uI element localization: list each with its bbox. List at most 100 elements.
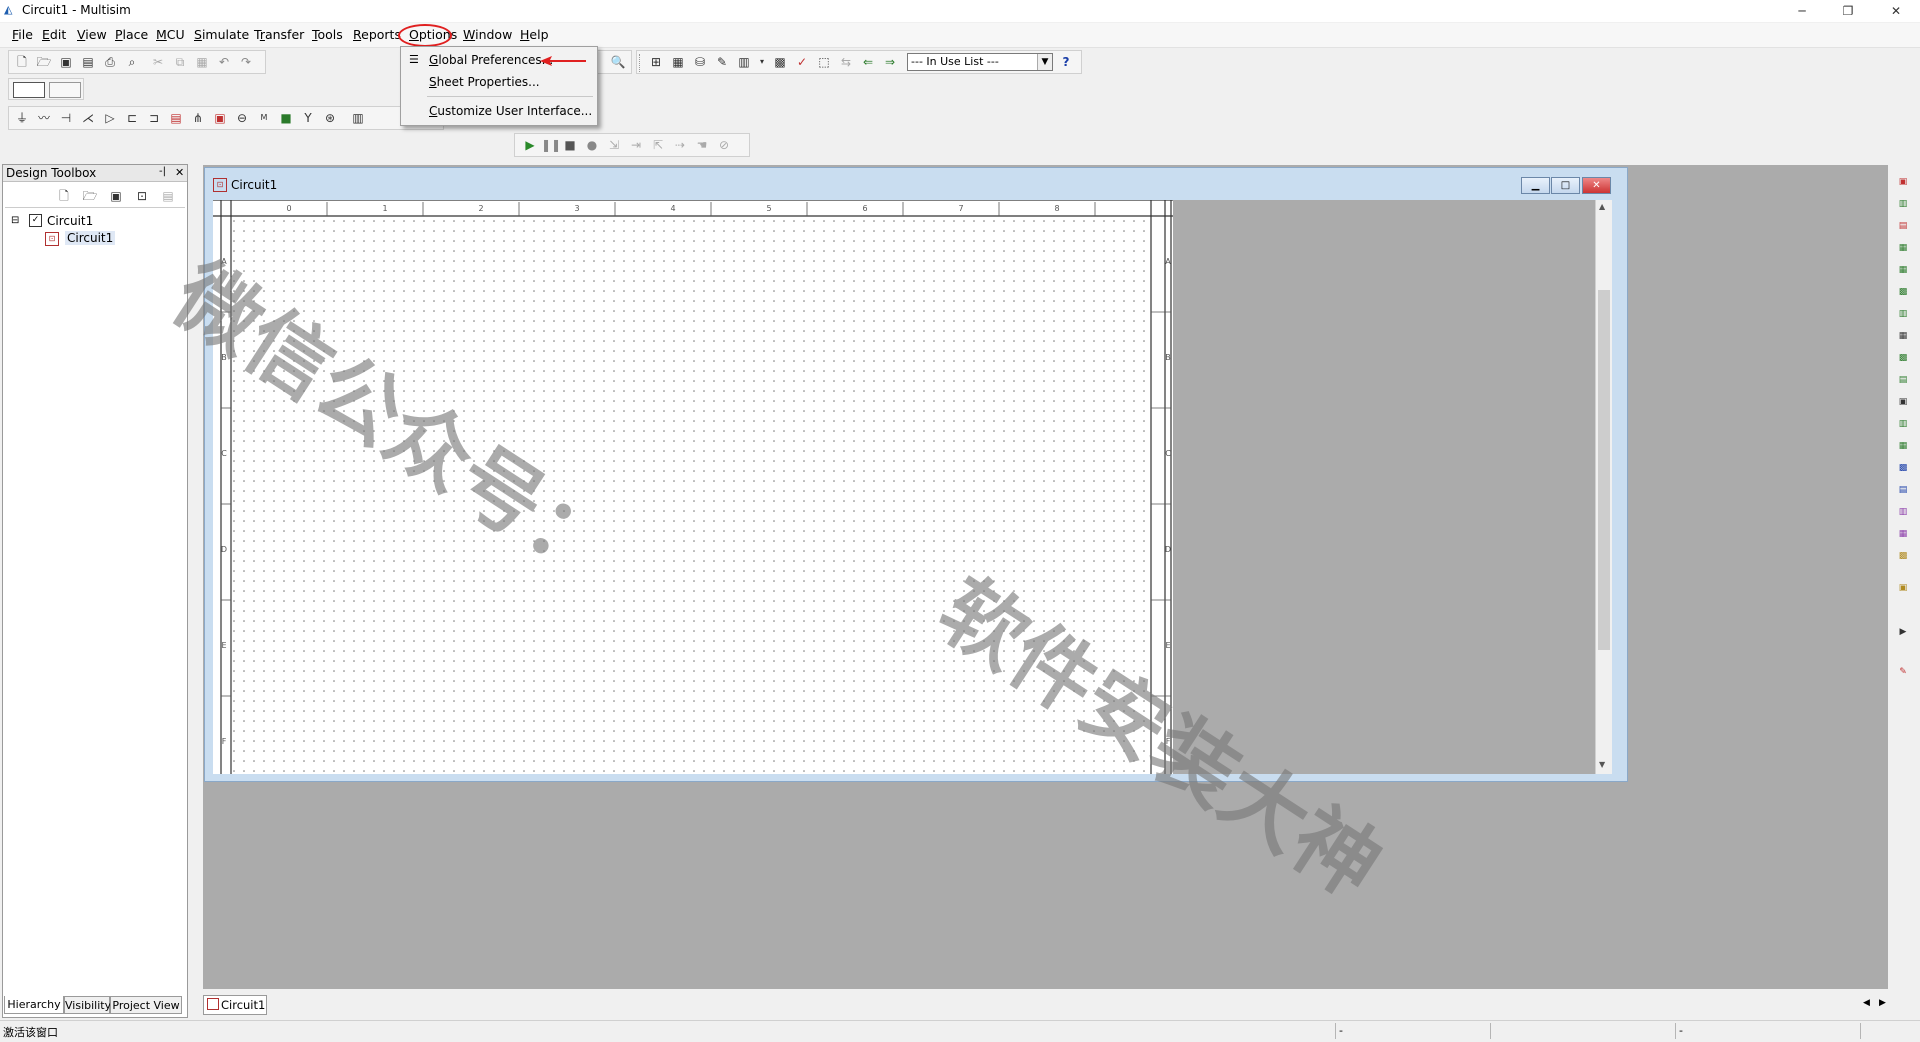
circuit-close-button[interactable]: ✕ bbox=[1582, 177, 1611, 194]
ni-elvis-icon[interactable]: ▶ bbox=[1894, 624, 1912, 640]
multisim-app-icon[interactable]: ◭ bbox=[4, 4, 16, 15]
scroll-up-icon[interactable]: ▲ bbox=[1599, 202, 1605, 211]
restore-button[interactable]: ❐ bbox=[1826, 0, 1870, 22]
power-component-icon[interactable]: ⊖ bbox=[233, 109, 251, 127]
circuit-minimize-button[interactable]: ▁ bbox=[1521, 177, 1550, 194]
menu-transfer[interactable]: Transfer bbox=[254, 27, 304, 42]
bode-plotter-icon[interactable]: ▩ bbox=[1894, 284, 1912, 300]
grapher-dropdown-icon[interactable]: ▾ bbox=[753, 53, 771, 71]
misc-digital-icon[interactable]: ▤ bbox=[167, 109, 185, 127]
function-generator-icon[interactable]: ▥ bbox=[1894, 196, 1912, 212]
close-button[interactable]: ✕ bbox=[1874, 0, 1918, 22]
oscilloscope-icon[interactable]: ▦ bbox=[1894, 240, 1912, 256]
open-folder-icon[interactable]: 🗁 bbox=[35, 53, 53, 71]
run-icon[interactable]: ▶ bbox=[521, 136, 539, 154]
database-icon[interactable]: ⛁ bbox=[691, 53, 709, 71]
current-probe-icon[interactable]: ✎ bbox=[1894, 664, 1912, 680]
checkbox-icon[interactable]: ✓ bbox=[29, 214, 42, 227]
menu-help[interactable]: Help bbox=[520, 27, 549, 42]
tab-project-view[interactable]: Project View bbox=[110, 996, 182, 1014]
menu-mcu[interactable]: MCU bbox=[156, 27, 185, 42]
transistor-icon[interactable]: ⋌ bbox=[79, 109, 97, 127]
word-generator-icon[interactable]: ▦ bbox=[1894, 328, 1912, 344]
open-design-icon[interactable]: 🗁 bbox=[81, 187, 99, 205]
analog-icon[interactable]: ▷ bbox=[101, 109, 119, 127]
advanced-peripherals-icon[interactable]: ■ bbox=[277, 109, 295, 127]
redo-icon[interactable]: ↷ bbox=[237, 53, 255, 71]
design-toolbox-icon[interactable]: ⊞ bbox=[647, 53, 665, 71]
region-select-icon[interactable]: ⬚ bbox=[815, 53, 833, 71]
menu-view[interactable]: View bbox=[77, 27, 107, 42]
rf-icon[interactable]: Y bbox=[299, 109, 317, 127]
delete-sheet-icon[interactable]: ▤ bbox=[159, 187, 177, 205]
network-analyzer-icon[interactable]: ▩ bbox=[1894, 460, 1912, 476]
toggle-breakpoint-icon[interactable]: ☚ bbox=[693, 136, 711, 154]
back-annotate-icon[interactable]: ⇆ bbox=[837, 53, 855, 71]
diode-icon[interactable]: ⊣ bbox=[57, 109, 75, 127]
logic-analyzer-icon[interactable]: ▤ bbox=[1894, 372, 1912, 388]
remove-breakpoints-icon[interactable]: ⊘ bbox=[715, 136, 733, 154]
mcu-component-icon[interactable]: ▥ bbox=[349, 109, 367, 127]
frequency-counter-icon[interactable]: ▥ bbox=[1894, 306, 1912, 322]
menu-tools[interactable]: Tools bbox=[312, 27, 343, 42]
chevron-down-icon[interactable]: ▼ bbox=[1037, 54, 1052, 70]
scroll-left-icon[interactable]: ◀ bbox=[1863, 998, 1870, 1008]
tree-item-circuit1-sheet[interactable]: Circuit1 bbox=[65, 231, 116, 245]
postprocessor-icon[interactable]: ▩ bbox=[771, 53, 789, 71]
copy-icon[interactable]: ⧉ bbox=[171, 53, 189, 71]
undo-icon[interactable]: ↶ bbox=[215, 53, 233, 71]
pause-icon[interactable]: ❚❚ bbox=[541, 136, 561, 154]
labview-icon[interactable]: ▣ bbox=[1894, 580, 1912, 596]
new-file-icon[interactable]: 🗋 bbox=[13, 53, 31, 71]
basic-icon[interactable]: 〰 bbox=[35, 109, 53, 127]
record-icon[interactable]: ● bbox=[583, 136, 601, 154]
minimize-button[interactable]: ─ bbox=[1780, 0, 1824, 22]
vertical-scrollbar[interactable]: ▲ ▼ bbox=[1595, 200, 1612, 774]
step-over-icon[interactable]: ⇥ bbox=[627, 136, 645, 154]
grapher-icon[interactable]: ▥ bbox=[735, 53, 753, 71]
indicator-icon[interactable]: ▣ bbox=[211, 109, 229, 127]
show-grid-icon[interactable] bbox=[13, 82, 45, 98]
spreadsheet-icon[interactable]: ▦ bbox=[669, 53, 687, 71]
source-icon[interactable]: ⏚ bbox=[13, 109, 31, 127]
step-into-icon[interactable]: ⇲ bbox=[605, 136, 623, 154]
scroll-down-icon[interactable]: ▼ bbox=[1599, 760, 1605, 769]
tab-visibility[interactable]: Visibility bbox=[64, 996, 111, 1014]
stop-icon[interactable]: ■ bbox=[561, 136, 579, 154]
print-preview-icon[interactable]: ⌕ bbox=[123, 53, 141, 71]
distortion-analyzer-icon[interactable]: ▥ bbox=[1894, 416, 1912, 432]
cut-icon[interactable]: ✂ bbox=[149, 53, 167, 71]
menu-reports[interactable]: Reports bbox=[353, 27, 401, 42]
scroll-right-icon[interactable]: ▶ bbox=[1879, 998, 1886, 1008]
erc-icon[interactable]: ✓ bbox=[793, 53, 811, 71]
iv-analyzer-icon[interactable]: ▣ bbox=[1894, 394, 1912, 410]
in-use-list-dropdown[interactable]: --- In Use List --- ▼ bbox=[907, 53, 1053, 71]
agilent-generator-icon[interactable]: ▤ bbox=[1894, 482, 1912, 498]
tree-item-circuit1-root[interactable]: Circuit1 bbox=[47, 214, 93, 228]
resize-grip[interactable] bbox=[1860, 1023, 1919, 1039]
zoom-icon[interactable]: 🔍 bbox=[609, 53, 627, 71]
close-icon[interactable]: ✕ bbox=[175, 166, 184, 179]
menu-item-customize-ui[interactable]: Customize User Interface... bbox=[401, 101, 597, 121]
tab-hierarchy[interactable]: Hierarchy bbox=[4, 996, 64, 1014]
circuit-maximize-button[interactable]: □ bbox=[1551, 177, 1580, 194]
electromechanical-icon[interactable]: ⊛ bbox=[321, 109, 339, 127]
help-icon[interactable]: ? bbox=[1057, 53, 1075, 71]
save-icon[interactable]: ▤ bbox=[79, 53, 97, 71]
tektronix-oscilloscope-icon[interactable]: ▩ bbox=[1894, 548, 1912, 564]
transfer-ultiboard-icon[interactable]: ⇐ bbox=[859, 53, 877, 71]
toolbar-grip[interactable] bbox=[639, 54, 643, 72]
component-wizard-icon[interactable]: ✎ bbox=[713, 53, 731, 71]
paste-icon[interactable]: ▦ bbox=[193, 53, 211, 71]
print-icon[interactable]: ⎙ bbox=[101, 53, 119, 71]
save-design-icon[interactable]: ▣ bbox=[107, 187, 125, 205]
cmos-icon[interactable]: ⊐ bbox=[145, 109, 163, 127]
tab-circuit1[interactable]: Circuit1 bbox=[203, 995, 267, 1015]
pin-icon[interactable]: -| bbox=[159, 166, 166, 177]
menu-place[interactable]: Place bbox=[115, 27, 148, 42]
forward-annotate-icon[interactable]: ⇒ bbox=[881, 53, 899, 71]
new-design-icon[interactable]: 🗋 bbox=[55, 187, 73, 205]
misc-icon[interactable]: M bbox=[255, 109, 273, 127]
open-sample-icon[interactable]: ▣ bbox=[57, 53, 75, 71]
new-sheet-icon[interactable]: ⊡ bbox=[133, 187, 151, 205]
